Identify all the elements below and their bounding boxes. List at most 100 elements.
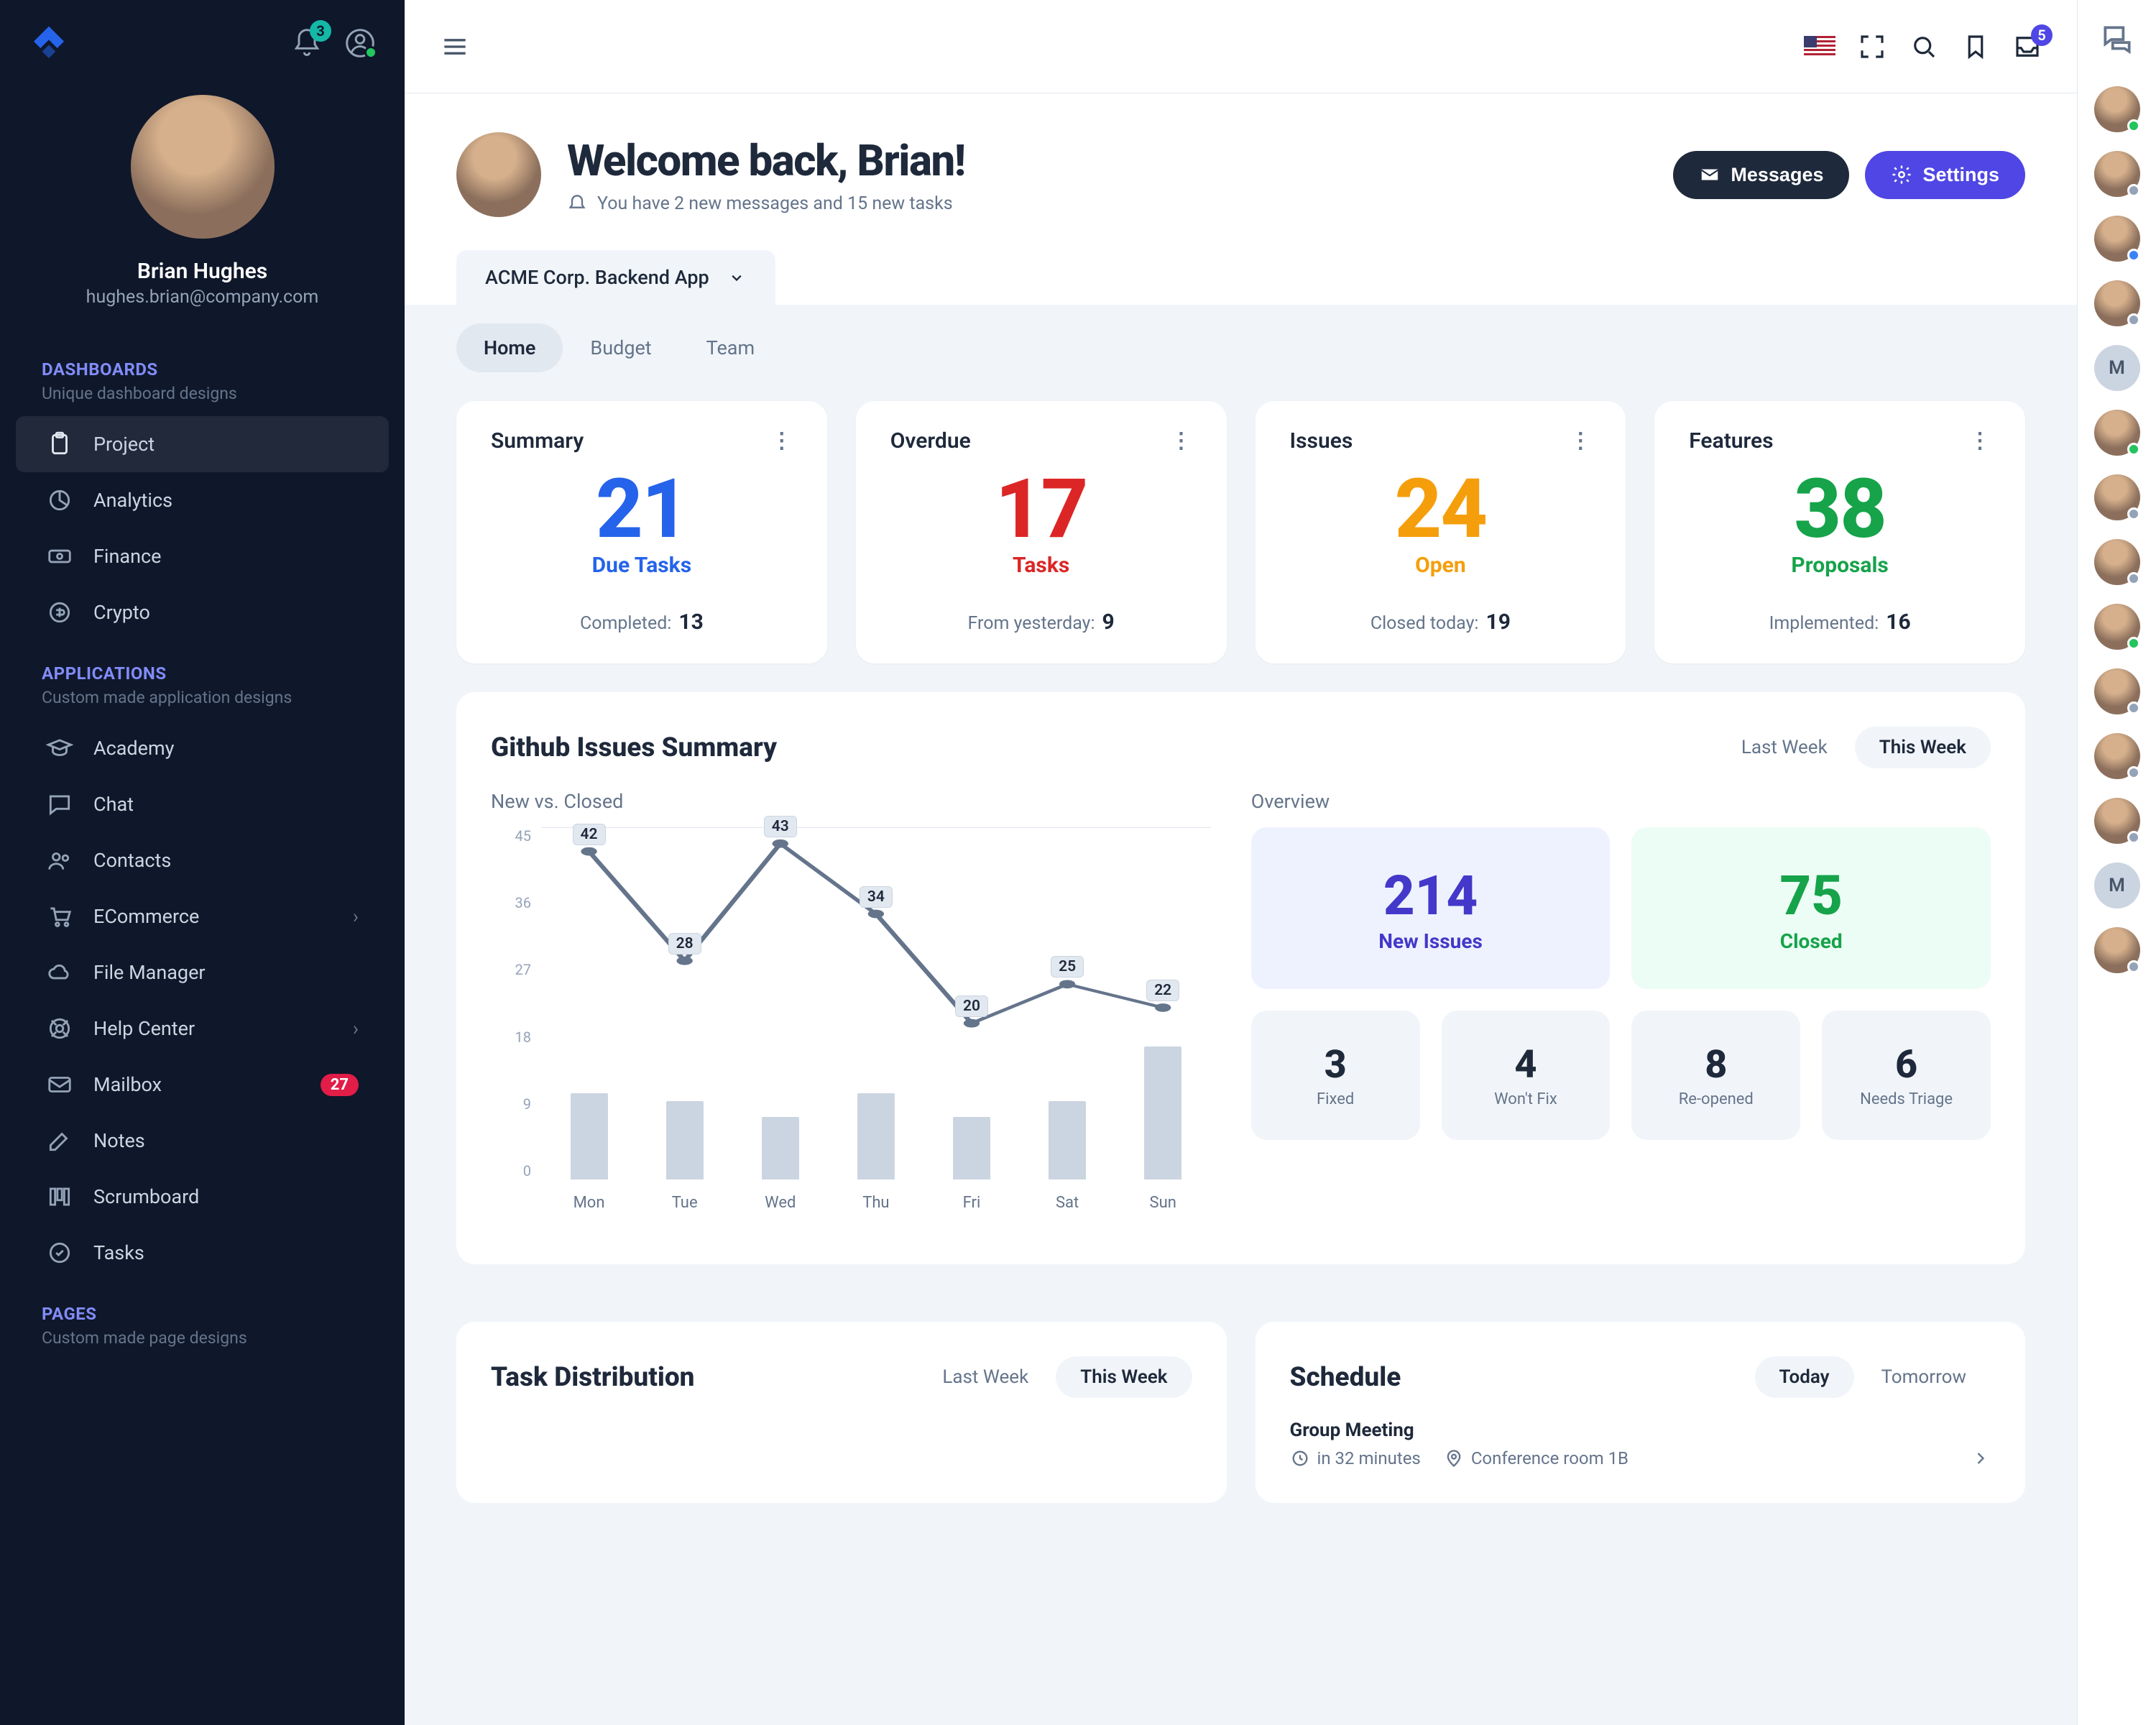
- metric-foot: From yesterday:9: [890, 610, 1192, 635]
- schedule-panel: Schedule Today Tomorrow Group Meeting in…: [1256, 1322, 2026, 1503]
- language-flag[interactable]: [1804, 36, 1835, 58]
- nav-contacts[interactable]: Contacts: [16, 832, 389, 888]
- welcome-sub: You have 2 new messages and 15 new tasks: [597, 193, 953, 214]
- overview-small-3: 6 Needs Triage: [1822, 1011, 1991, 1140]
- ov-label: Needs Triage: [1822, 1090, 1991, 1108]
- nav-ecommerce[interactable]: ECommerce›: [16, 888, 389, 944]
- metric-label: Open: [1290, 553, 1592, 578]
- metric-label: Tasks: [890, 553, 1192, 578]
- user-avatar[interactable]: [131, 95, 275, 239]
- contact-status-dot: [2127, 702, 2140, 714]
- card-menu-icon[interactable]: ⋮: [1171, 428, 1192, 454]
- tab-budget[interactable]: Budget: [563, 323, 678, 372]
- search-icon[interactable]: [1909, 32, 1939, 62]
- messages-button[interactable]: Messages: [1673, 151, 1849, 199]
- nav-chat[interactable]: Chat: [16, 776, 389, 832]
- nav-section-pages-sub: Custom made page designs: [0, 1328, 405, 1361]
- bell-icon: [567, 194, 587, 214]
- contacts-rail: MM: [2077, 0, 2156, 1725]
- inbox-icon[interactable]: 5: [2012, 32, 2042, 62]
- welcome-title: Welcome back, Brian!: [567, 135, 965, 186]
- contact-avatar[interactable]: [2094, 604, 2140, 650]
- contact-avatar[interactable]: [2094, 668, 2140, 714]
- sidebar-toggle[interactable]: [439, 31, 471, 63]
- nav-helpcenter[interactable]: Help Center›: [16, 1000, 389, 1057]
- contact-avatar[interactable]: [2094, 927, 2140, 973]
- pie-chart-icon: [46, 487, 73, 514]
- contact-avatar[interactable]: M: [2094, 862, 2140, 908]
- contact-avatar[interactable]: [2094, 410, 2140, 456]
- github-title: Github Issues Summary: [491, 732, 777, 763]
- fullscreen-icon[interactable]: [1857, 32, 1887, 62]
- metric-foot: Closed today:19: [1290, 610, 1592, 635]
- nav-mailbox[interactable]: Mailbox 27: [16, 1057, 389, 1113]
- nav-filemanager[interactable]: File Manager: [16, 944, 389, 1000]
- nav-project[interactable]: Project: [16, 416, 389, 472]
- contact-status-dot: [2127, 249, 2140, 262]
- contact-avatar[interactable]: [2094, 474, 2140, 520]
- nav-label: Tasks: [93, 1241, 144, 1264]
- card-menu-icon[interactable]: ⋮: [1969, 428, 1991, 454]
- taskdist-last-week[interactable]: Last Week: [918, 1356, 1053, 1398]
- tab-home[interactable]: Home: [456, 323, 563, 372]
- chat-icon: [46, 791, 73, 818]
- settings-button[interactable]: Settings: [1865, 151, 2025, 199]
- contact-avatar[interactable]: [2094, 151, 2140, 197]
- contact-status-dot: [2127, 184, 2140, 197]
- nav-project-label: Project: [93, 433, 155, 456]
- taskdist-this-week[interactable]: This Week: [1056, 1356, 1192, 1398]
- user-name: Brian Hughes: [0, 259, 405, 284]
- lifebuoy-icon: [46, 1015, 73, 1042]
- mail-icon: [46, 1071, 73, 1098]
- metric-title: Overdue: [890, 428, 971, 454]
- cloud-icon: [46, 959, 73, 986]
- schedule-tomorrow[interactable]: Tomorrow: [1857, 1356, 1991, 1398]
- chevron-right-icon: ›: [353, 905, 359, 928]
- chevron-down-icon: [727, 267, 747, 288]
- nav-crypto[interactable]: Crypto: [16, 584, 389, 640]
- closed-value: 75: [1631, 863, 1991, 928]
- overview-small-1: 4 Won't Fix: [1442, 1011, 1611, 1140]
- user-menu-icon[interactable]: [344, 27, 376, 59]
- chart-point-label: 22: [1146, 980, 1179, 1001]
- schedule-today[interactable]: Today: [1755, 1356, 1854, 1398]
- nav-academy[interactable]: Academy: [16, 720, 389, 776]
- nav-analytics-label: Analytics: [93, 489, 172, 512]
- metric-card-3: Features ⋮ 38 Proposals Implemented:16: [1654, 401, 2025, 663]
- contact-avatar[interactable]: [2094, 733, 2140, 779]
- contact-avatar[interactable]: [2094, 798, 2140, 844]
- notifications-icon[interactable]: 3: [291, 27, 323, 59]
- contact-avatar[interactable]: [2094, 86, 2140, 132]
- user-email: hughes.brian@company.com: [0, 287, 405, 308]
- chart-point-label: 42: [573, 824, 606, 845]
- nav-scrumboard[interactable]: Scrumboard: [16, 1169, 389, 1225]
- project-selector[interactable]: ACME Corp. Backend App: [456, 250, 775, 305]
- nav-label: Mailbox: [93, 1073, 162, 1096]
- new-issues-card: 214 New Issues: [1251, 827, 1611, 989]
- chat-bubbles-icon[interactable]: [2099, 22, 2135, 58]
- contact-avatar[interactable]: M: [2094, 345, 2140, 391]
- overview-small-2: 8 Re-opened: [1631, 1011, 1800, 1140]
- seg-this-week[interactable]: This Week: [1855, 727, 1991, 768]
- card-menu-icon[interactable]: ⋮: [1570, 428, 1591, 454]
- header: Welcome back, Brian! You have 2 new mess…: [405, 93, 2077, 305]
- nav-analytics[interactable]: Analytics: [16, 472, 389, 528]
- tab-team[interactable]: Team: [679, 323, 783, 372]
- ov-label: Won't Fix: [1442, 1090, 1611, 1108]
- contact-avatar[interactable]: [2094, 216, 2140, 262]
- nav-notes[interactable]: Notes: [16, 1113, 389, 1169]
- mailbox-badge: 27: [321, 1074, 359, 1096]
- ov-label: Re-opened: [1631, 1090, 1800, 1108]
- bookmark-icon[interactable]: [1961, 32, 1991, 62]
- nav-finance[interactable]: Finance: [16, 528, 389, 584]
- inbox-badge: 5: [2031, 24, 2053, 46]
- nav-tasks[interactable]: Tasks: [16, 1225, 389, 1281]
- schedule-where: Conference room 1B: [1471, 1448, 1628, 1468]
- contact-avatar[interactable]: [2094, 539, 2140, 585]
- metric-card-0: Summary ⋮ 21 Due Tasks Completed:13: [456, 401, 827, 663]
- schedule-item-open[interactable]: [1971, 1448, 1991, 1468]
- seg-last-week[interactable]: Last Week: [1717, 727, 1852, 768]
- ov-value: 4: [1442, 1042, 1611, 1087]
- card-menu-icon[interactable]: ⋮: [771, 428, 793, 454]
- contact-avatar[interactable]: [2094, 280, 2140, 326]
